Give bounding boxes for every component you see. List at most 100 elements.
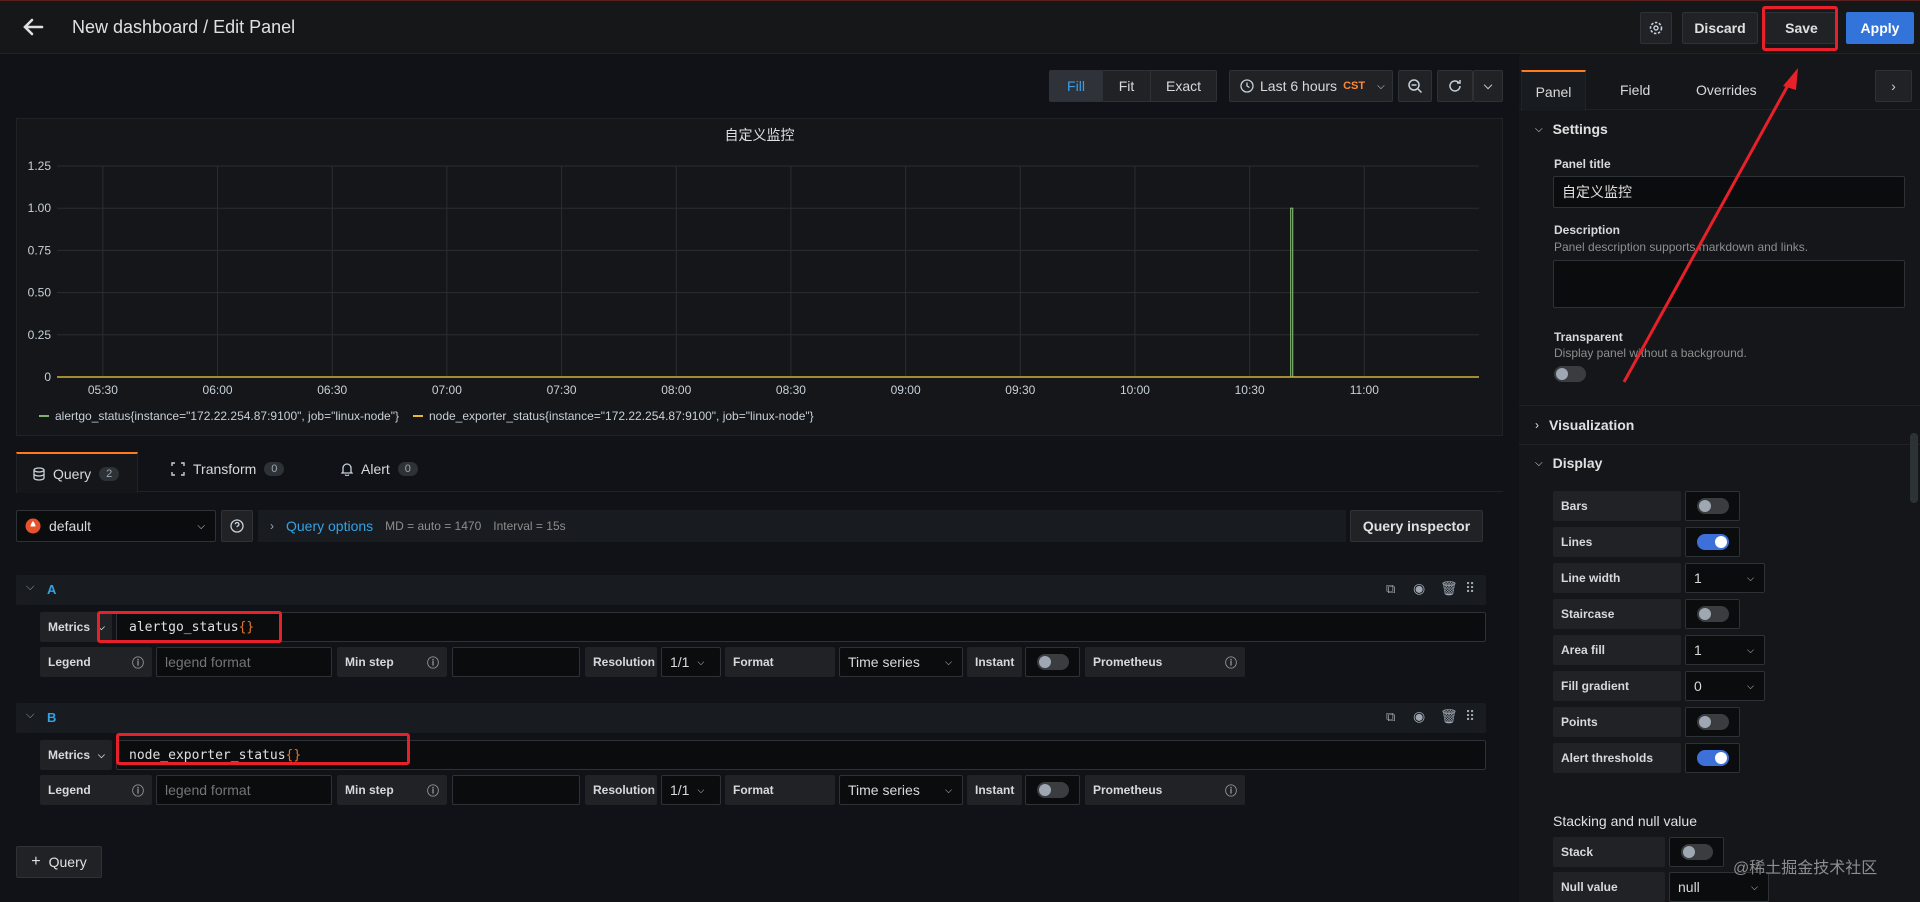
display-option-toggle[interactable] bbox=[1696, 534, 1729, 550]
resolution-select[interactable]: 1/1 ⌵ bbox=[661, 647, 721, 677]
tab-alert-label: Alert bbox=[361, 461, 390, 477]
duplicate-icon[interactable]: ⧉ bbox=[1386, 709, 1395, 725]
drag-handle-icon[interactable]: ⠿ bbox=[1465, 708, 1475, 725]
instant-toggle-wrap[interactable] bbox=[1025, 775, 1080, 805]
chevron-right-icon: › bbox=[270, 519, 274, 533]
display-option-toggle-wrap[interactable] bbox=[1685, 707, 1740, 737]
display-option-select[interactable]: 0 ⌵ bbox=[1685, 671, 1765, 701]
refresh-button[interactable] bbox=[1437, 70, 1473, 102]
display-option-toggle-wrap[interactable] bbox=[1685, 743, 1740, 773]
refresh-interval-button[interactable]: ⌵ bbox=[1473, 70, 1503, 102]
chevron-down-icon: ⌵ bbox=[1535, 123, 1543, 135]
legend-label: Legend ⓘ bbox=[40, 647, 152, 677]
query-a-expression-input[interactable]: alertgo_status{} bbox=[116, 612, 1486, 642]
chevron-down-icon: ⌵ bbox=[945, 784, 952, 795]
instant-toggle[interactable] bbox=[1036, 782, 1069, 798]
instant-label: Instant bbox=[967, 647, 1022, 677]
min-step-input[interactable] bbox=[452, 775, 580, 805]
query-b-ref: B bbox=[47, 710, 57, 725]
datasource-name: default bbox=[49, 518, 92, 534]
display-option-toggle[interactable] bbox=[1696, 750, 1729, 766]
chevron-down-icon[interactable]: ⌵ bbox=[26, 581, 34, 594]
legend-format-input[interactable] bbox=[156, 775, 332, 805]
min-step-input[interactable] bbox=[452, 647, 580, 677]
section-divider bbox=[1519, 444, 1920, 445]
time-range-picker[interactable]: Last 6 hours CST ⌵ bbox=[1229, 70, 1393, 102]
display-option-toggle[interactable] bbox=[1696, 714, 1729, 730]
min-step-label-text: Min step bbox=[345, 783, 394, 797]
eye-icon[interactable]: ◉ bbox=[1413, 708, 1425, 725]
splitter[interactable] bbox=[1505, 54, 1519, 902]
legend-label-node-exporter: node_exporter_status{instance="172.22.25… bbox=[428, 409, 814, 423]
transparent-toggle[interactable] bbox=[1554, 366, 1586, 382]
chevron-down-icon: ⌵ bbox=[1747, 680, 1754, 691]
x-tick-label: 07:00 bbox=[432, 383, 462, 397]
tab-alert[interactable]: Alert 0 bbox=[341, 461, 418, 477]
y-tick-label: 0 bbox=[44, 370, 51, 384]
query-b-header[interactable]: ⌵ B ⧉ ◉ 🗑 ⠿ bbox=[16, 703, 1486, 733]
display-option-toggle[interactable] bbox=[1696, 498, 1729, 514]
stack-toggle[interactable] bbox=[1680, 844, 1713, 860]
settings-button[interactable] bbox=[1640, 12, 1672, 44]
display-option-toggle-wrap[interactable] bbox=[1685, 599, 1740, 629]
chevron-down-icon: ⌵ bbox=[1747, 644, 1754, 655]
collapse-pane-button[interactable]: › bbox=[1875, 70, 1912, 102]
annotation-arrow bbox=[1622, 68, 1798, 383]
instant-toggle-wrap[interactable] bbox=[1025, 647, 1080, 677]
datasource-help-button[interactable] bbox=[221, 510, 253, 542]
legend-format-input[interactable] bbox=[156, 647, 332, 677]
format-select[interactable]: Time series ⌵ bbox=[839, 775, 963, 805]
scrollbar-indicator[interactable] bbox=[1910, 433, 1918, 503]
trash-icon[interactable]: 🗑 bbox=[1440, 708, 1458, 725]
query-options-bar[interactable]: › Query options MD = auto = 1470 Interva… bbox=[258, 510, 1346, 542]
interval-info: Interval = 15s bbox=[493, 519, 566, 533]
query-a-header[interactable]: ⌵ A ⧉ ◉ 🗑 ⠿ bbox=[16, 575, 1486, 605]
section-divider bbox=[1519, 405, 1920, 406]
info-icon: ⓘ bbox=[426, 783, 439, 798]
display-section-header[interactable]: ⌵ Display bbox=[1535, 455, 1602, 471]
settings-section-header[interactable]: ⌵ Settings bbox=[1535, 121, 1608, 137]
fit-button[interactable]: Fit bbox=[1102, 71, 1150, 101]
datasource-picker[interactable]: default ⌵ bbox=[16, 510, 216, 542]
tab-query[interactable]: Query 2 bbox=[16, 452, 138, 493]
resolution-value: 1/1 bbox=[670, 782, 690, 798]
null-value-label: Null value bbox=[1553, 872, 1665, 902]
resolution-label: Resolution bbox=[585, 775, 657, 805]
stack-toggle-wrap[interactable] bbox=[1669, 837, 1724, 867]
display-option-toggle-wrap[interactable] bbox=[1685, 491, 1740, 521]
display-option-toggle-wrap[interactable] bbox=[1685, 527, 1740, 557]
display-option-select[interactable]: 1 ⌵ bbox=[1685, 563, 1765, 593]
chevron-down-icon[interactable]: ⌵ bbox=[26, 709, 34, 722]
exact-button[interactable]: Exact bbox=[1150, 71, 1216, 101]
tab-panel[interactable]: Panel bbox=[1521, 70, 1586, 111]
discard-button[interactable]: Discard bbox=[1682, 12, 1758, 44]
y-tick-label: 0.25 bbox=[28, 328, 52, 342]
eye-icon[interactable]: ◉ bbox=[1413, 580, 1425, 597]
instant-toggle[interactable] bbox=[1036, 654, 1069, 670]
prometheus-label: Prometheus ⓘ bbox=[1085, 775, 1245, 805]
legend-item-node-exporter[interactable]: node_exporter_status{instance="172.22.25… bbox=[412, 409, 814, 423]
prometheus-logo-icon bbox=[25, 518, 41, 534]
visualization-section-header[interactable]: › Visualization bbox=[1535, 417, 1634, 433]
display-options: Bars Lines Line width 1 ⌵ Staircase Area fill 1… bbox=[1553, 491, 1773, 791]
metrics-label[interactable]: Metrics ⌵ bbox=[40, 740, 112, 770]
display-option-select[interactable]: 1 ⌵ bbox=[1685, 635, 1765, 665]
tab-transform[interactable]: Transform 0 bbox=[171, 461, 285, 477]
format-select[interactable]: Time series ⌵ bbox=[839, 647, 963, 677]
zoom-out-button[interactable] bbox=[1398, 70, 1432, 102]
display-option-toggle[interactable] bbox=[1696, 606, 1729, 622]
x-tick-label: 11:00 bbox=[1350, 383, 1379, 397]
duplicate-icon[interactable]: ⧉ bbox=[1386, 581, 1395, 597]
fill-button[interactable]: Fill bbox=[1050, 71, 1102, 101]
query-inspector-button[interactable]: Query inspector bbox=[1350, 510, 1483, 542]
view-mode-group: Fill Fit Exact bbox=[1049, 70, 1217, 102]
resolution-select[interactable]: 1/1 ⌵ bbox=[661, 775, 721, 805]
trash-icon[interactable]: 🗑 bbox=[1440, 580, 1458, 597]
drag-handle-icon[interactable]: ⠿ bbox=[1465, 580, 1475, 597]
add-query-button[interactable]: + Query bbox=[16, 846, 102, 878]
time-range-label: Last 6 hours bbox=[1260, 78, 1338, 94]
legend-item-alertgo[interactable]: alertgo_status{instance="172.22.254.87:9… bbox=[39, 409, 399, 423]
metrics-label-text: Metrics bbox=[48, 620, 91, 634]
back-arrow-icon[interactable] bbox=[20, 14, 46, 40]
apply-button[interactable]: Apply bbox=[1846, 12, 1914, 44]
